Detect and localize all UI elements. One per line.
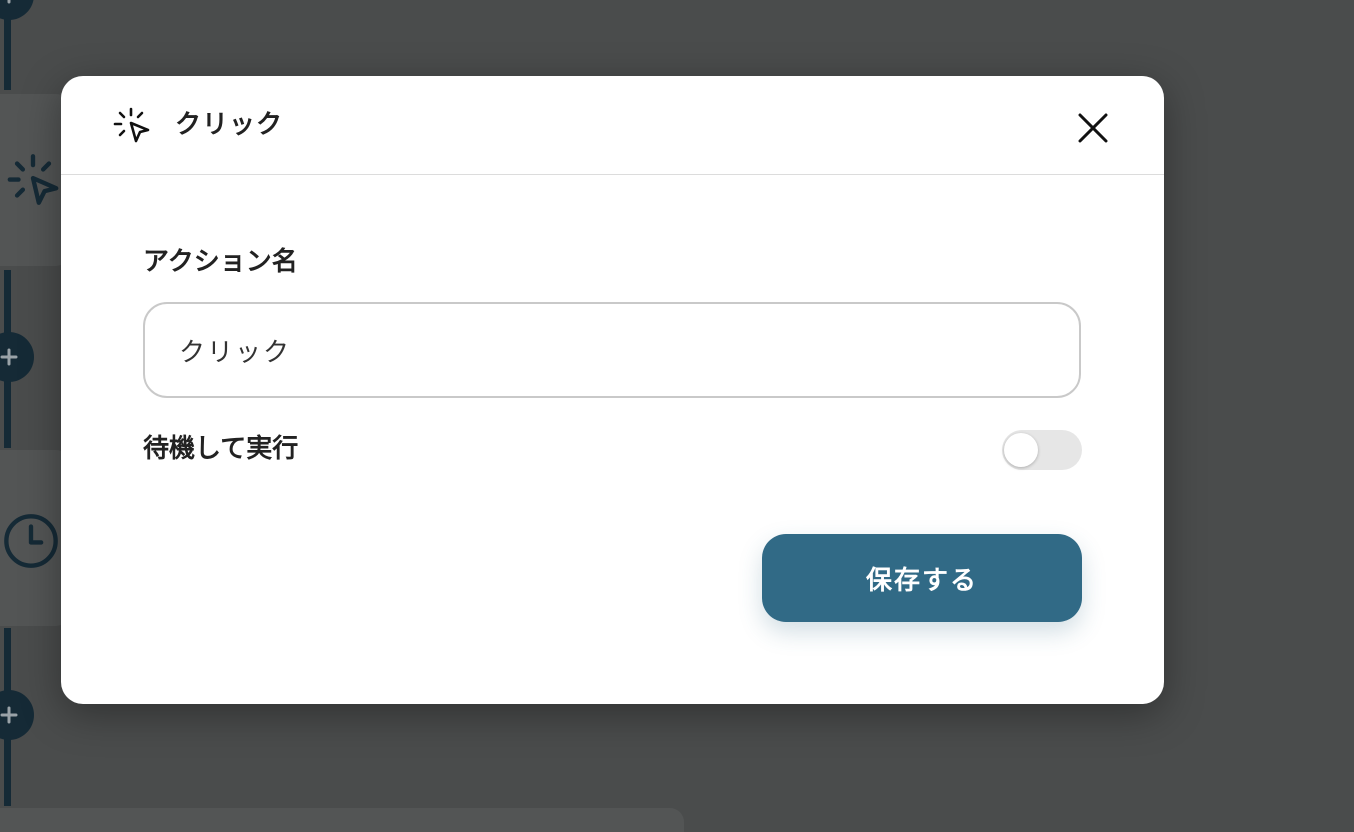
wait-execute-label: 待機して実行 xyxy=(143,434,299,464)
cursor-click-icon xyxy=(7,154,59,205)
action-name-label: アクション名 xyxy=(143,247,298,277)
add-step-button[interactable] xyxy=(0,0,34,20)
dialog-header: クリック xyxy=(61,76,1164,175)
toggle-knob xyxy=(1004,433,1038,467)
add-step-button[interactable] xyxy=(0,690,34,740)
cursor-click-icon xyxy=(113,107,150,143)
dialog-title: クリック xyxy=(175,110,284,140)
workflow-node-bottom[interactable] xyxy=(0,808,684,832)
save-button[interactable]: 保存する xyxy=(762,534,1082,622)
close-icon[interactable] xyxy=(1078,113,1108,143)
action-name-input[interactable] xyxy=(143,302,1081,398)
wait-execute-toggle[interactable] xyxy=(1002,430,1082,470)
clock-icon xyxy=(4,514,58,568)
click-action-dialog: クリック アクション名 待機して実行 保存する xyxy=(61,76,1164,704)
close-button[interactable] xyxy=(1071,106,1115,150)
add-step-button[interactable] xyxy=(0,332,34,382)
